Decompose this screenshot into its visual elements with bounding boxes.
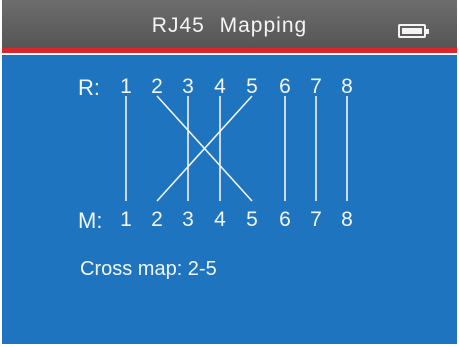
header-divider bbox=[2, 48, 457, 53]
wire-map bbox=[125, 95, 348, 202]
page-title: RJ45 Mapping bbox=[151, 14, 308, 37]
cross-map-result: Cross map: 2-5 bbox=[80, 258, 217, 280]
title-bar: RJ45 Mapping bbox=[2, 0, 457, 48]
mapping-panel: R: M: 12345678 12345678 Cross map: 2-5 bbox=[2, 55, 457, 344]
tester-screen: RJ45 Mapping R: M: 12345678 12345678 Cro… bbox=[0, 0, 459, 347]
battery-full-icon bbox=[398, 24, 429, 38]
